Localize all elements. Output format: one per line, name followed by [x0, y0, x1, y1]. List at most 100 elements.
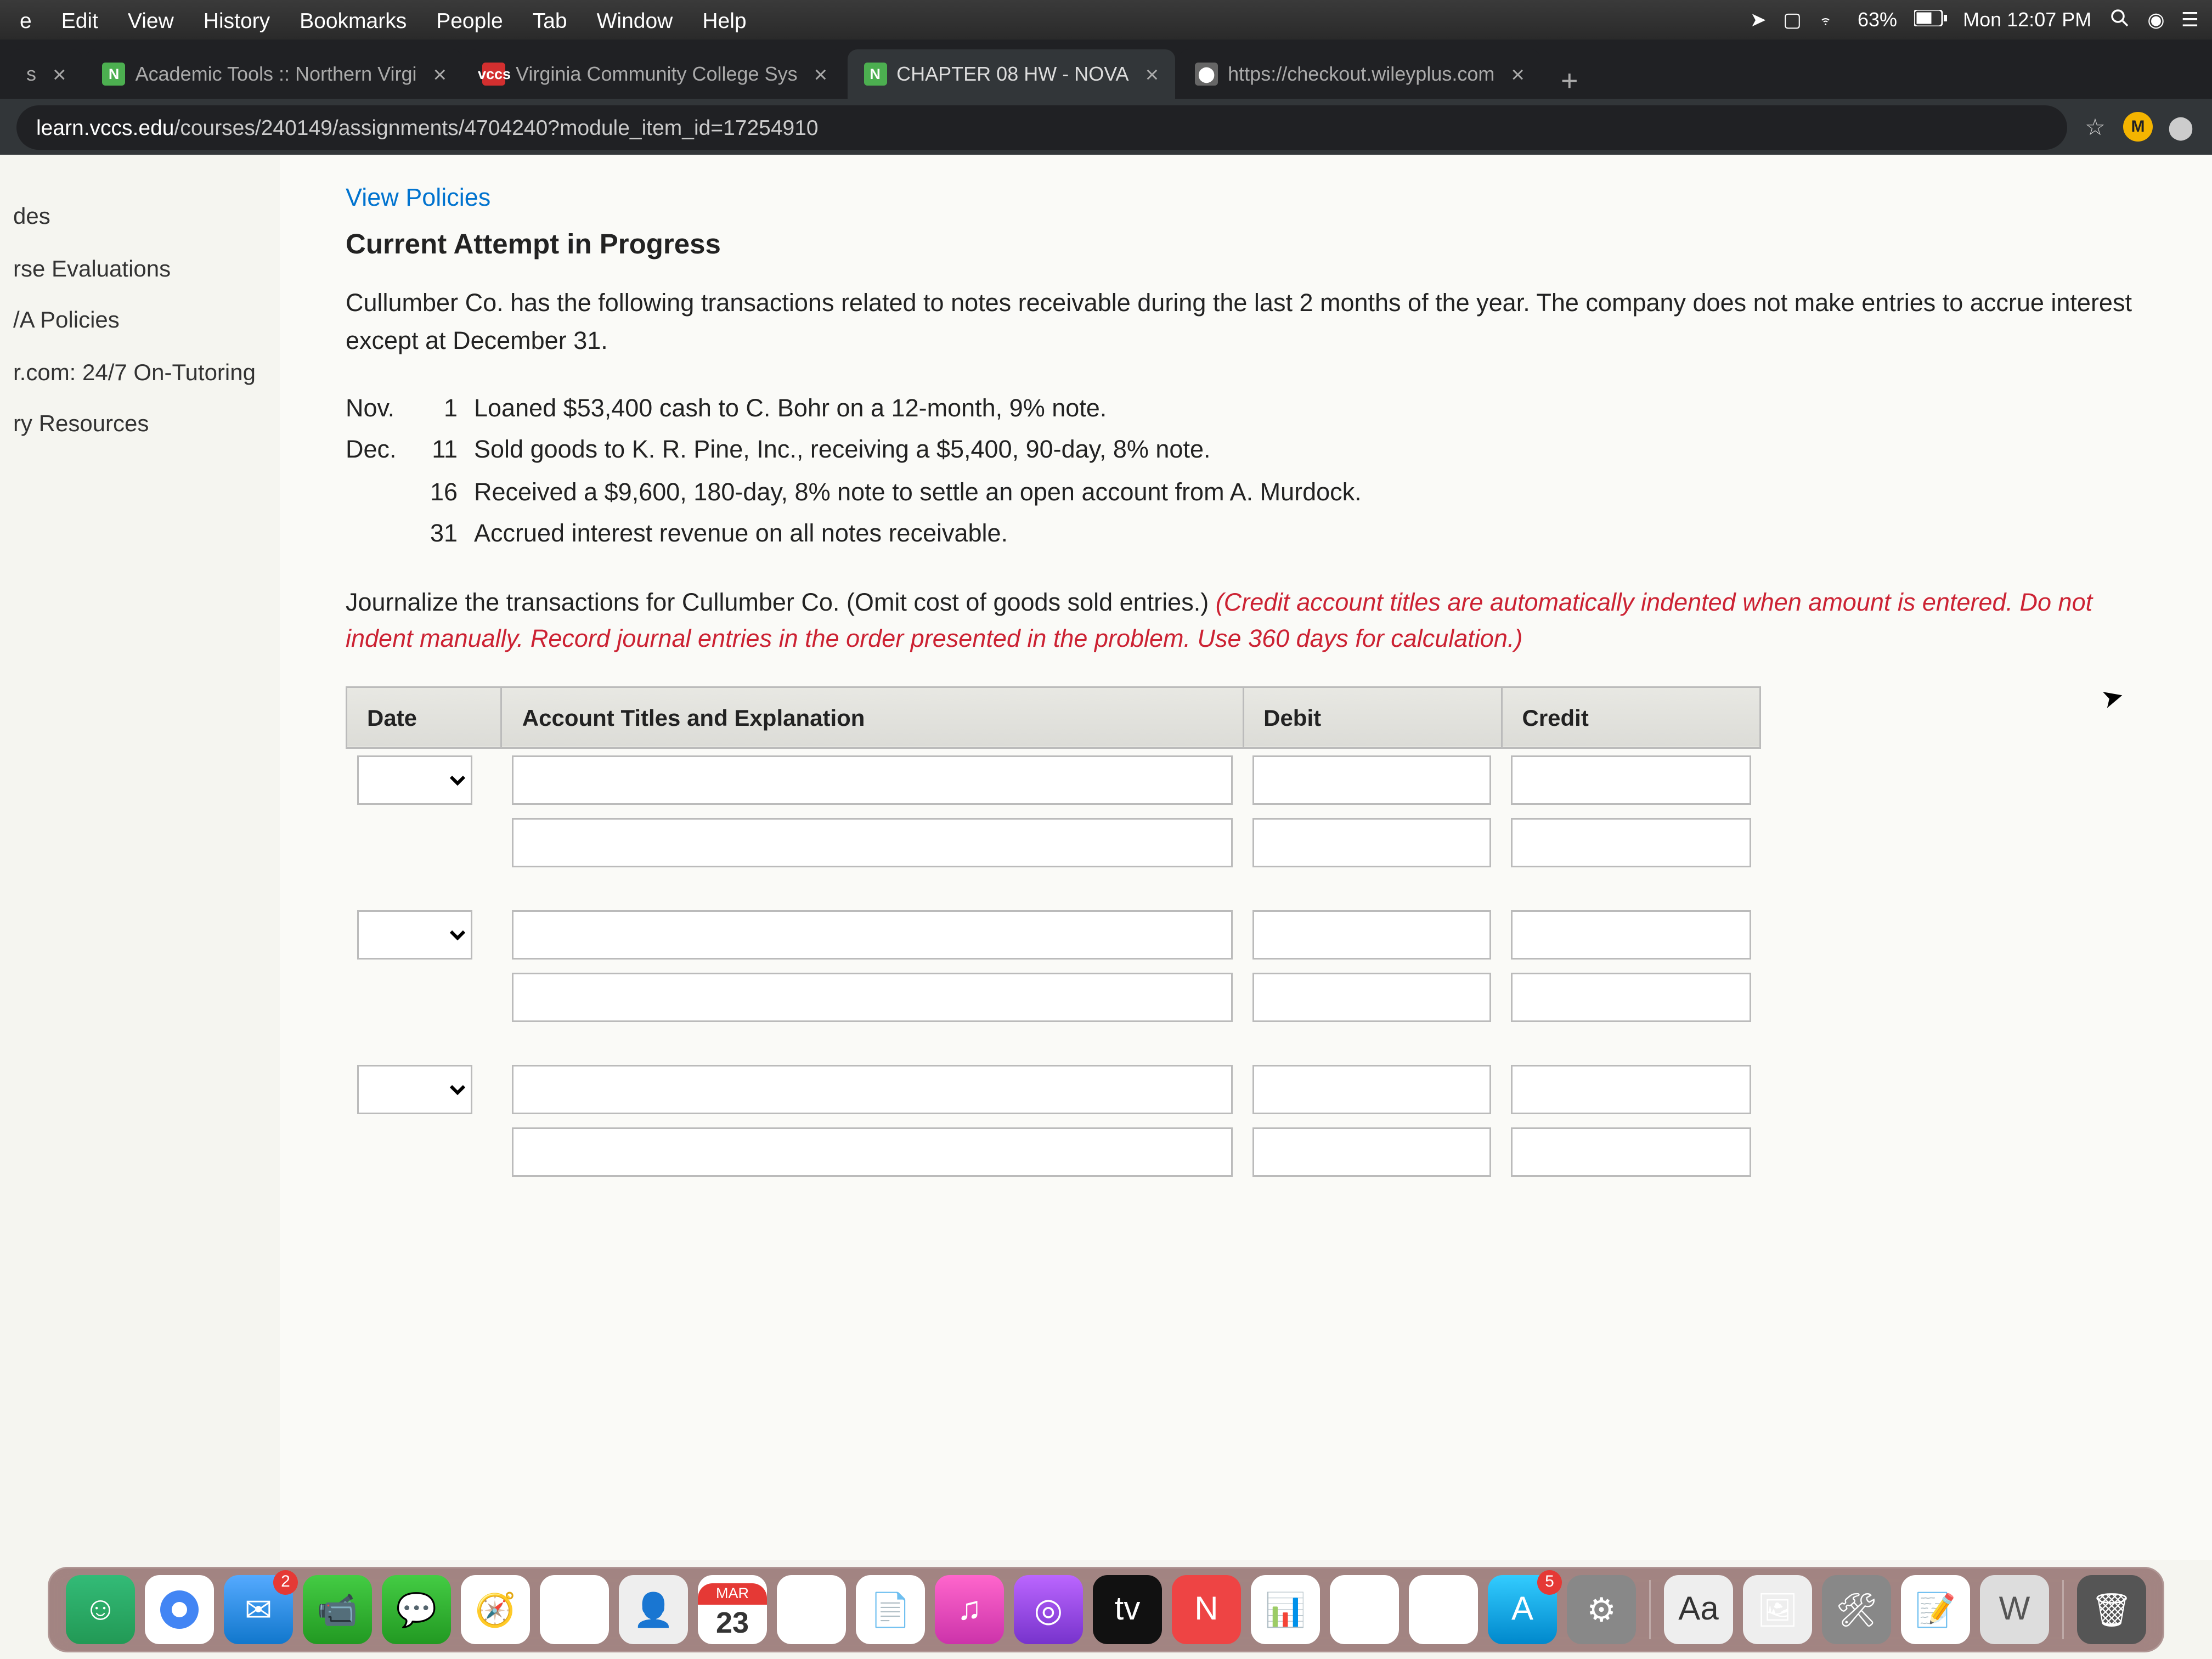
chrome-icon[interactable] — [145, 1575, 214, 1644]
credit-input[interactable] — [1511, 910, 1751, 959]
sidebar-item[interactable]: des — [0, 191, 280, 243]
close-icon[interactable]: × — [1146, 61, 1159, 87]
account-input[interactable] — [511, 1064, 1233, 1114]
numbers-icon[interactable]: 📊 — [1251, 1575, 1320, 1644]
debit-input[interactable] — [1253, 910, 1492, 959]
menu-item[interactable]: Edit — [61, 8, 98, 32]
txn-desc: Sold goods to K. R. Pine, Inc., receivin… — [474, 430, 2146, 472]
account-input[interactable] — [511, 817, 1233, 867]
favicon-icon: N — [864, 63, 887, 86]
close-icon[interactable]: × — [53, 61, 66, 87]
sidebar-item[interactable]: /A Policies — [0, 295, 280, 347]
extension-icon[interactable]: ⬤ — [2166, 113, 2196, 141]
menu-item[interactable]: Window — [597, 8, 673, 32]
menu-item[interactable]: People — [436, 8, 503, 32]
bookmark-star-icon[interactable]: ☆ — [2080, 113, 2110, 141]
browser-tab-active[interactable]: N CHAPTER 08 HW - NOVA × — [847, 49, 1175, 99]
clock[interactable]: Mon 12:07 PM — [1963, 8, 2091, 31]
close-icon[interactable]: × — [814, 61, 828, 87]
macos-menubar: e Edit View History Bookmarks People Tab… — [0, 0, 2212, 40]
sidebar-item[interactable]: r.com: 24/7 On-Tutoring — [0, 347, 280, 399]
facetime-icon[interactable]: 📹 — [303, 1575, 372, 1644]
browser-tab[interactable]: s × — [10, 49, 83, 99]
spotlight-icon[interactable] — [2108, 6, 2131, 34]
notes-icon[interactable]: 📄 — [856, 1575, 925, 1644]
date-select[interactable] — [357, 755, 472, 804]
contacts-icon[interactable]: 👤 — [619, 1575, 688, 1644]
credit-input[interactable] — [1511, 1064, 1751, 1114]
debit-input[interactable] — [1253, 817, 1492, 867]
col-account: Account Titles and Explanation — [501, 686, 1243, 747]
menu-item[interactable]: Bookmarks — [300, 8, 407, 32]
photos-icon[interactable]: ✿ — [540, 1575, 609, 1644]
preview-icon[interactable]: 🖼 — [1743, 1575, 1812, 1644]
account-input[interactable] — [511, 1127, 1233, 1176]
credit-input[interactable] — [1511, 1127, 1751, 1176]
debit-input[interactable] — [1253, 1064, 1492, 1114]
browser-tab[interactable]: vccs Virginia Community College Sys × — [466, 49, 844, 99]
txn-day: 31 — [428, 514, 474, 556]
credit-input[interactable] — [1511, 972, 1751, 1022]
menu-item[interactable]: Help — [702, 8, 746, 32]
close-icon[interactable]: × — [1511, 61, 1525, 87]
date-select[interactable] — [357, 1064, 472, 1114]
textedit-icon[interactable]: 📝 — [1901, 1575, 1970, 1644]
trash-icon[interactable]: 🗑 — [2077, 1575, 2146, 1644]
attempt-heading: Current Attempt in Progress — [346, 229, 2146, 262]
music-icon[interactable]: ♫ — [935, 1575, 1004, 1644]
airplay-icon[interactable]: ▢ — [1783, 8, 1802, 31]
credit-input[interactable] — [1511, 755, 1751, 804]
finder-icon[interactable]: ☺ — [66, 1575, 135, 1644]
sidebar-item[interactable]: ry Resources — [0, 399, 280, 451]
messages-icon[interactable]: 💬 — [382, 1575, 451, 1644]
appletv-icon[interactable]: tv — [1093, 1575, 1162, 1644]
close-icon[interactable]: × — [433, 61, 447, 87]
siri-icon[interactable]: ◉ — [2147, 8, 2164, 31]
new-tab-button[interactable]: + — [1544, 64, 1595, 99]
maps-icon[interactable]: 🧭 — [461, 1575, 530, 1644]
page-content: des rse Evaluations /A Policies r.com: 2… — [0, 155, 2212, 1560]
account-input[interactable] — [511, 910, 1233, 959]
keynote-icon[interactable]: 📽 — [1330, 1575, 1399, 1644]
calendar-month: MAR — [698, 1583, 767, 1604]
view-policies-link[interactable]: View Policies — [346, 184, 2146, 212]
debit-input[interactable] — [1253, 972, 1492, 1022]
news-icon[interactable]: N — [1172, 1575, 1241, 1644]
calendar-icon[interactable]: MAR 23 — [698, 1575, 767, 1644]
account-input[interactable] — [511, 972, 1233, 1022]
credit-input[interactable] — [1511, 817, 1751, 867]
notification-center-icon[interactable]: ☰ — [2181, 8, 2199, 31]
txn-desc: Loaned $53,400 cash to C. Bohr on a 12-m… — [474, 388, 2146, 430]
settings-icon[interactable]: ⚙ — [1567, 1575, 1636, 1644]
menu-item[interactable]: View — [128, 8, 174, 32]
col-credit: Credit — [1502, 686, 1760, 747]
browser-tab[interactable]: N Academic Tools :: Northern Virgi × — [86, 49, 463, 99]
tab-title: Academic Tools :: Northern Virgi — [136, 63, 417, 86]
mail-icon[interactable]: ✉2 — [224, 1575, 293, 1644]
menu-item[interactable]: Tab — [533, 8, 567, 32]
dock-separator — [2062, 1580, 2064, 1639]
browser-window: s × N Academic Tools :: Northern Virgi ×… — [0, 40, 2212, 1560]
debit-input[interactable] — [1253, 1127, 1492, 1176]
word-icon[interactable]: W — [1980, 1575, 2049, 1644]
debit-input[interactable] — [1253, 755, 1492, 804]
location-icon[interactable]: ➤ — [1750, 8, 1767, 31]
podcasts-icon[interactable]: ◎ — [1014, 1575, 1083, 1644]
menu-item[interactable]: e — [20, 8, 32, 32]
browser-tab[interactable]: ⬤ https://checkout.wileyplus.com × — [1178, 49, 1541, 99]
date-select[interactable] — [357, 910, 472, 959]
tab-title: s — [26, 63, 36, 86]
instruction-text: Journalize the transactions for Cullumbe… — [346, 589, 1209, 617]
wifi-icon[interactable] — [1818, 8, 1841, 31]
txn-day: 16 — [428, 472, 474, 514]
utility-icon[interactable]: 🛠 — [1822, 1575, 1891, 1644]
reminders-icon[interactable]: ▤ — [777, 1575, 846, 1644]
menu-item[interactable]: History — [204, 8, 270, 32]
account-input[interactable] — [511, 755, 1233, 804]
pages-icon[interactable]: ✎ — [1409, 1575, 1478, 1644]
sidebar-item[interactable]: rse Evaluations — [0, 243, 280, 295]
dictionary-icon[interactable]: Aa — [1664, 1575, 1733, 1644]
url-field[interactable]: learn.vccs.edu/courses/240149/assignment… — [16, 105, 2067, 149]
appstore-icon[interactable]: A5 — [1488, 1575, 1557, 1644]
profile-avatar[interactable]: M — [2123, 112, 2153, 142]
